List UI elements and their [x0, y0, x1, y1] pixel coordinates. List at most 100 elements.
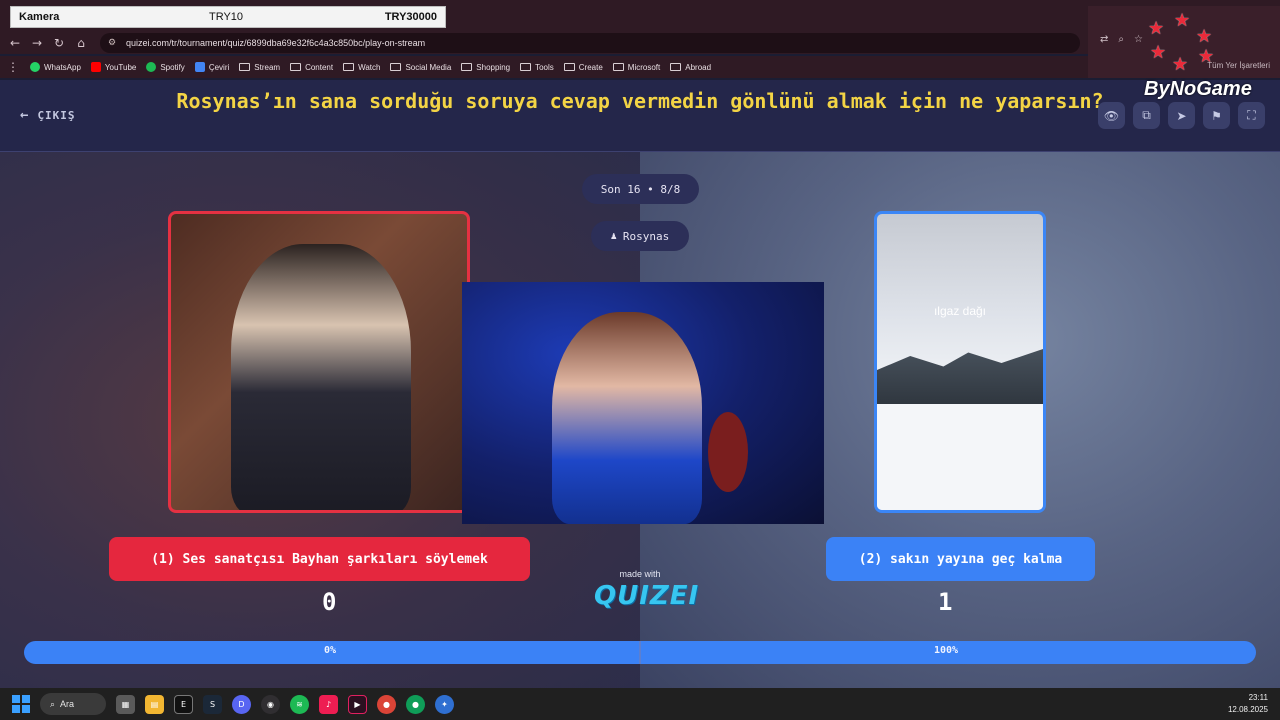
snow-slope — [877, 404, 1043, 510]
bookmark-spotify[interactable]: Spotify — [146, 62, 185, 72]
donation-goal: TRY30000 — [384, 11, 437, 23]
capcut-icon[interactable]: ▶ — [348, 694, 367, 714]
windows-taskbar: ⌕ Ara ▦ ▤ E S D ◉ ≋ ♪ ▶ ● ● ✦ 23:11 12.0… — [0, 688, 1280, 720]
flag-icon[interactable]: ⚑ — [1203, 102, 1230, 129]
home-icon[interactable]: ⌂ — [70, 32, 92, 54]
star-decoration-icon: ★ — [1172, 54, 1189, 75]
folder-icon — [612, 63, 624, 71]
exit-button[interactable]: ← ÇIKIŞ — [20, 107, 76, 123]
send-icon[interactable]: ➤ — [1168, 102, 1195, 129]
host-badge: ♟ Rosynas — [591, 221, 689, 251]
person-photo — [231, 244, 411, 510]
option-right-button[interactable]: (2) sakın yayına geç kalma — [826, 537, 1095, 581]
folder-icon — [290, 63, 302, 71]
bookmark-star-icon[interactable]: ☆ — [1134, 34, 1143, 45]
steam-icon[interactable]: S — [203, 694, 222, 714]
bookmark-tools[interactable]: Tools — [520, 63, 554, 72]
bookmark-content[interactable]: Content — [290, 63, 333, 72]
taskbar-apps: ▦ ▤ E S D ◉ ≋ ♪ ▶ ● ● ✦ — [116, 694, 454, 714]
screen: Kamera TRY10 TRY30000 ← → ↻ ⌂ ⚙ quizei.c… — [0, 0, 1280, 720]
bookmark-ceviri[interactable]: Çeviri — [194, 62, 229, 72]
discord-icon[interactable]: D — [232, 694, 251, 714]
search-icon: ⌕ — [50, 698, 56, 709]
youtube-icon — [90, 62, 101, 72]
translate-icon — [194, 62, 205, 72]
epic-games-icon[interactable]: E — [174, 694, 193, 714]
all-bookmarks[interactable]: Tüm Yer İşaretleri — [1207, 61, 1270, 70]
url-field[interactable]: ⚙ quizei.com/tr/tournament/quiz/6899dba6… — [100, 33, 1080, 53]
bookmark-watch[interactable]: Watch — [343, 63, 380, 72]
folder-icon — [461, 63, 473, 71]
back-icon[interactable]: ← — [4, 32, 26, 54]
translate-page-icon[interactable]: ⇄ — [1100, 34, 1108, 45]
arrow-left-icon: ← — [20, 107, 30, 123]
chrome-icon[interactable]: ● — [377, 694, 396, 714]
windows-start-icon[interactable] — [12, 695, 30, 713]
folder-icon — [520, 63, 532, 71]
donation-min: TRY10 — [209, 11, 244, 23]
bookmark-stream[interactable]: Stream — [239, 63, 280, 72]
camera-label: Kamera — [19, 11, 60, 23]
bookmark-abroad[interactable]: Abroad — [670, 63, 711, 72]
star-decoration-icon: ★ — [1148, 18, 1165, 39]
bookmark-youtube[interactable]: YouTube — [90, 62, 136, 72]
bookmark-shopping[interactable]: Shopping — [461, 63, 510, 72]
vote-count-right: 1 — [938, 588, 953, 616]
site-info-icon[interactable]: ⚙ — [108, 37, 120, 49]
clock-date: 12.08.2025 — [1227, 705, 1268, 714]
share-icon[interactable]: ⧉ — [1133, 102, 1160, 129]
header-actions: 👁 ⧉ ➤ ⚑ ⛶ — [1098, 102, 1265, 129]
reload-icon[interactable]: ↻ — [48, 32, 70, 54]
quiz-app: ← ÇIKIŞ Rosynas’ın sana sorduğu soruya c… — [0, 80, 1280, 688]
fullscreen-icon[interactable]: ⛶ — [1238, 102, 1265, 129]
bookmark-social-media[interactable]: Social Media — [390, 63, 451, 72]
system-clock[interactable]: 23:11 12.08.2025 — [1228, 692, 1268, 716]
star-decoration-icon: ★ — [1174, 10, 1191, 31]
chrome-profile-icon[interactable]: ● — [406, 694, 425, 714]
option-right-image[interactable]: ılgaz dağı — [874, 211, 1046, 513]
user-icon: ♟ — [610, 230, 617, 242]
quizei-logo: QUIZEI — [594, 581, 700, 611]
star-decoration-icon: ★ — [1150, 42, 1167, 63]
folder-icon — [563, 63, 575, 71]
bookmark-microsoft[interactable]: Microsoft — [612, 63, 660, 72]
folder-icon — [343, 63, 355, 71]
percent-left: 0% — [324, 645, 337, 656]
vote-progress-bar: 0% 100% — [24, 641, 1256, 664]
option-left-button[interactable]: (1) Ses sanatçısı Bayhan şarkıları söyle… — [109, 537, 530, 581]
apps-grid-icon[interactable]: ⋮ — [6, 56, 20, 78]
folder-icon — [670, 63, 682, 71]
percent-right: 100% — [934, 645, 959, 656]
quiz-header: ← ÇIKIŞ Rosynas’ın sana sorduğu soruya c… — [0, 80, 1280, 152]
question-title: Rosynas’ın sana sorduğu soruya cevap ver… — [176, 89, 1104, 113]
vote-count-left: 0 — [322, 588, 337, 616]
file-explorer-icon[interactable]: ▤ — [145, 694, 164, 714]
tiktok-icon[interactable]: ♪ — [319, 694, 338, 714]
whatsapp-icon — [30, 62, 40, 72]
url-text: quizei.com/tr/tournament/quiz/6899dba69e… — [126, 38, 426, 48]
folder-icon — [390, 63, 402, 71]
eye-icon[interactable]: 👁 — [1098, 102, 1125, 129]
taskbar-search[interactable]: ⌕ Ara — [40, 693, 106, 715]
zoom-icon[interactable]: ⌕ — [1118, 34, 1124, 45]
streamer-figure — [552, 312, 702, 524]
forest-shape — [877, 349, 1043, 412]
host-name: Rosynas — [622, 229, 670, 243]
obs-icon[interactable]: ◉ — [261, 694, 280, 714]
browser-extensions: ⇄ ⌕ ☆ — [1100, 34, 1143, 45]
app-icon[interactable]: ✦ — [435, 694, 454, 714]
forward-icon[interactable]: → — [26, 32, 48, 54]
progress-divider — [639, 641, 641, 664]
streamer-webcam — [462, 282, 824, 524]
option-left-image[interactable] — [168, 211, 470, 513]
clock-time: 23:11 — [1248, 693, 1268, 702]
spotify-icon[interactable]: ≋ — [290, 694, 309, 714]
round-indicator: Son 16 • 8/8 — [582, 174, 699, 204]
guitar-decoration — [708, 412, 748, 492]
spotify-icon — [146, 62, 157, 72]
image-caption: ılgaz dağı — [933, 304, 987, 318]
bookmark-whatsapp[interactable]: WhatsApp — [30, 62, 81, 72]
folder-icon — [239, 63, 251, 71]
calculator-icon[interactable]: ▦ — [116, 694, 135, 714]
bookmark-create[interactable]: Create — [563, 63, 603, 72]
